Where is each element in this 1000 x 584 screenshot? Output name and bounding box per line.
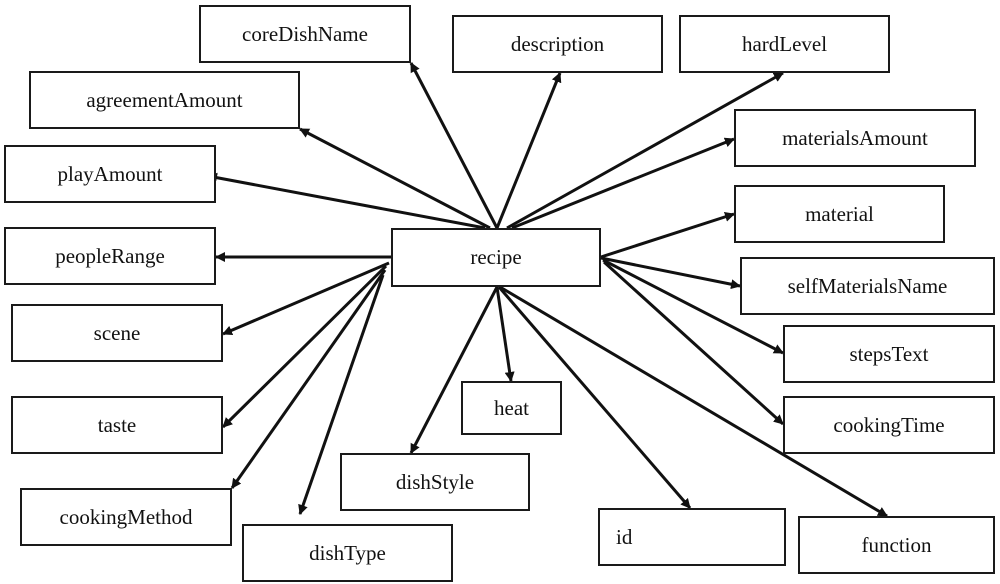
edge-recipe-to-taste	[221, 264, 388, 429]
node-hardLevel: hardLevel	[679, 15, 890, 73]
edge-recipe-to-heat	[495, 286, 515, 382]
node-selfMaterialsName: selfMaterialsName	[740, 257, 995, 315]
edge-recipe-to-selfMaterialsName	[600, 256, 741, 290]
edge-recipe-to-coreDishName	[409, 62, 499, 229]
node-taste: taste	[11, 396, 223, 454]
node-material: material	[734, 185, 945, 243]
node-peopleRange: peopleRange	[4, 227, 216, 285]
node-cookingTime: cookingTime	[783, 396, 995, 454]
edge-recipe-to-materialsAmount	[511, 137, 735, 230]
node-scene: scene	[11, 304, 223, 362]
node-playAmount: playAmount	[4, 145, 216, 203]
node-description: description	[452, 15, 663, 73]
node-agreementAmount: agreementAmount	[29, 71, 300, 129]
node-id: id	[598, 508, 786, 566]
node-function: function	[798, 516, 995, 574]
edge-recipe-to-material	[600, 212, 735, 259]
edge-recipe-to-playAmount	[207, 172, 486, 230]
node-heat: heat	[461, 381, 562, 435]
node-dishStyle: dishStyle	[340, 453, 530, 511]
node-recipe: recipe	[391, 228, 601, 287]
node-materialsAmount: materialsAmount	[734, 109, 976, 167]
node-cookingMethod: cookingMethod	[20, 488, 232, 546]
node-coreDishName: coreDishName	[199, 5, 411, 63]
node-stepsText: stepsText	[783, 325, 995, 383]
node-dishType: dishType	[242, 524, 453, 582]
edge-recipe-to-agreementAmount	[299, 127, 491, 230]
recipe-attribute-diagram: recipe coreDishName description hardLeve…	[0, 0, 1000, 584]
